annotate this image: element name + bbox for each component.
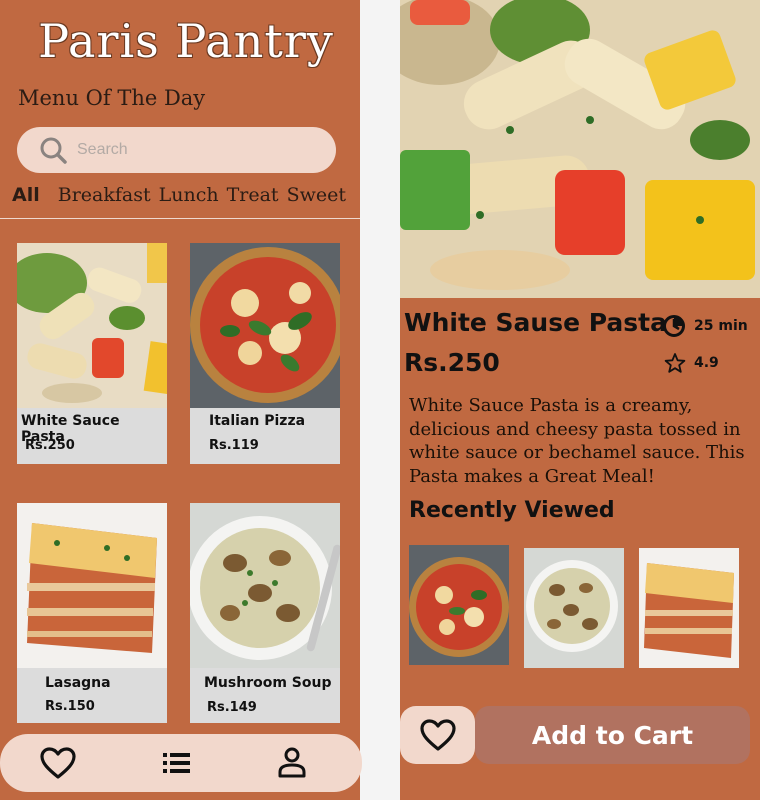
food-name: Mushroom Soup [204, 675, 332, 691]
white-sauce-pasta-image [17, 243, 167, 408]
category-tabs: All Breakfast Lunch Treat Sweet [12, 184, 354, 206]
recent-item-pizza[interactable] [409, 545, 509, 665]
tab-divider [0, 218, 360, 219]
search-bar[interactable] [17, 127, 336, 173]
search-icon [40, 137, 67, 164]
food-name: Italian Pizza [209, 413, 306, 429]
dish-description: White Sauce Pasta is a creamy, delicious… [409, 395, 745, 487]
recently-viewed-heading: Recently Viewed [409, 498, 615, 523]
heart-icon [419, 719, 456, 751]
search-input[interactable] [77, 141, 297, 159]
user-icon[interactable] [274, 746, 310, 780]
rating-value: 4.9 [694, 355, 719, 371]
food-card-mushroom-soup[interactable]: Mushroom Soup Rs.149 [190, 503, 340, 723]
dish-price: Rs.250 [404, 348, 500, 377]
list-icon[interactable] [160, 746, 196, 780]
detail-screen: White Sause Pasta 25 min Rs.250 4.9 Whit… [400, 0, 760, 800]
lasagna-image [17, 503, 167, 668]
food-card-white-sauce-pasta[interactable]: White Sauce Pasta Rs.250 [17, 243, 167, 464]
menu-heading: Menu Of The Day [18, 86, 206, 110]
mushroom-soup-image [190, 503, 340, 668]
star-icon [664, 353, 686, 373]
app-title: Paris Pantry [38, 14, 334, 68]
tab-sweet[interactable]: Sweet [287, 184, 346, 206]
italian-pizza-image [190, 243, 340, 408]
food-price: Rs.250 [25, 438, 75, 453]
bottom-nav [0, 734, 362, 792]
favorite-button[interactable] [400, 706, 475, 764]
food-price: Rs.149 [207, 700, 257, 715]
heart-icon[interactable] [40, 746, 76, 780]
prep-time: 25 min [662, 314, 748, 338]
food-price: Rs.150 [45, 699, 95, 714]
rating: 4.9 [664, 352, 719, 374]
tab-breakfast[interactable]: Breakfast [58, 184, 151, 206]
food-card-italian-pizza[interactable]: Italian Pizza Rs.119 [190, 243, 340, 464]
dish-title: White Sause Pasta [404, 308, 667, 337]
food-card-lasagna[interactable]: Lasagna Rs.150 [17, 503, 167, 723]
food-name: Lasagna [45, 675, 111, 691]
tab-lunch[interactable]: Lunch [159, 184, 219, 206]
dish-hero-image [400, 0, 760, 298]
prep-time-value: 25 min [694, 318, 748, 334]
add-to-cart-button[interactable]: Add to Cart [475, 706, 750, 764]
clock-icon [663, 315, 685, 337]
food-price: Rs.119 [209, 438, 259, 453]
tab-treat[interactable]: Treat [227, 184, 279, 206]
recent-item-lasagna[interactable] [639, 548, 739, 668]
recent-item-mushroom-soup[interactable] [524, 548, 624, 668]
menu-screen: Paris Pantry Menu Of The Day All Breakfa… [0, 0, 362, 800]
tab-all[interactable]: All [12, 184, 40, 206]
